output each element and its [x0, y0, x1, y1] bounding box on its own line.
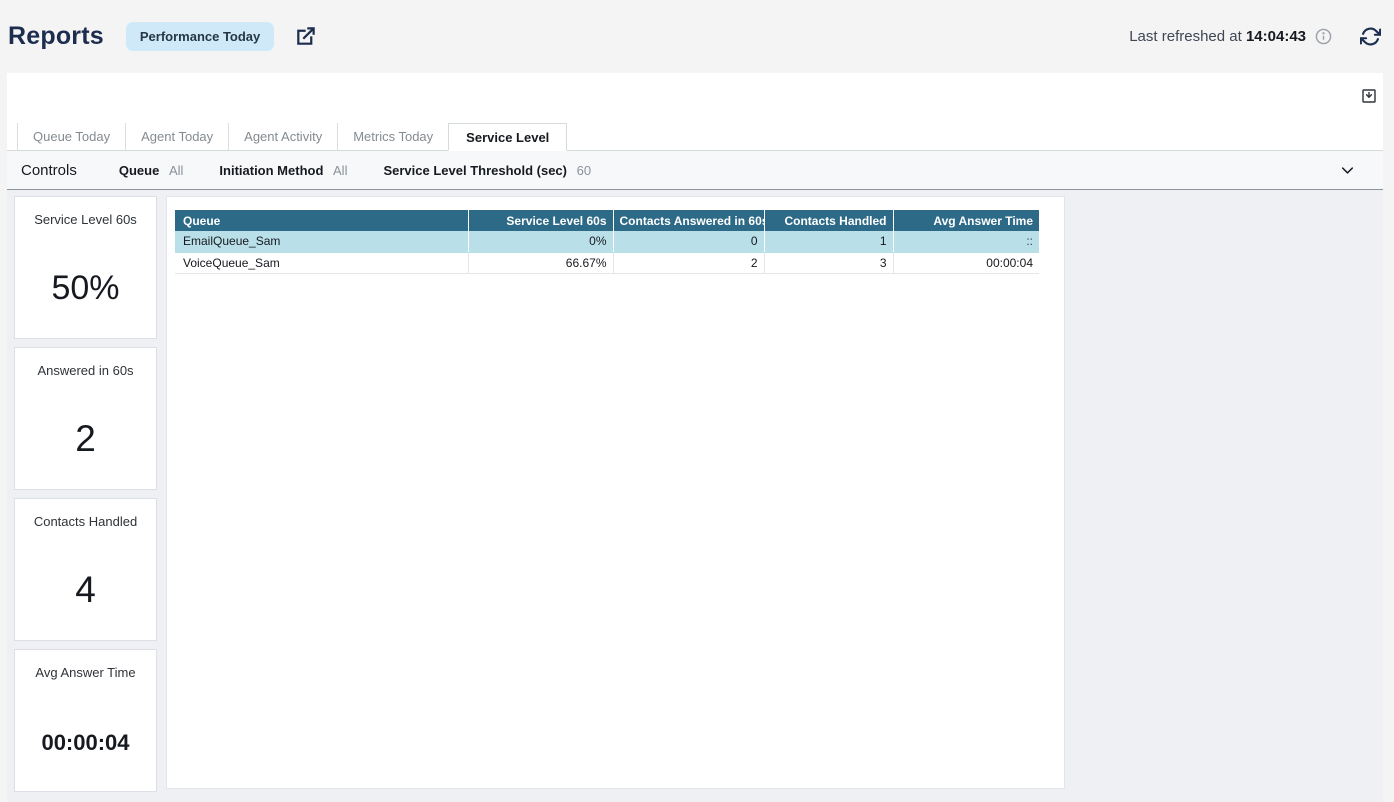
cell-queue: EmailQueue_Sam	[175, 231, 468, 252]
refresh-button[interactable]	[1360, 26, 1381, 47]
service-level-table: Queue Service Level 60s Contacts Answere…	[175, 210, 1039, 274]
cell-avg-answer-time: ::	[893, 231, 1039, 252]
cell-contacts-answered-60s: 0	[613, 231, 764, 252]
kpi-label: Contacts Handled	[34, 514, 137, 529]
cell-contacts-handled: 1	[764, 231, 893, 252]
kpi-service-level: Service Level 60s 50%	[14, 196, 157, 339]
tab-metrics-today[interactable]: Metrics Today	[337, 123, 448, 150]
download-into-tray-icon	[1360, 87, 1378, 105]
column-header-queue[interactable]: Queue	[175, 210, 468, 231]
app-header: Reports Performance Today Last refreshed…	[0, 0, 1394, 73]
kpi-column: Service Level 60s 50% Answered in 60s 2 …	[14, 196, 157, 792]
filter-service-level-threshold-label: Service Level Threshold (sec)	[383, 163, 567, 178]
service-level-table-card: Queue Service Level 60s Contacts Answere…	[166, 196, 1065, 789]
last-refreshed-time: 14:04:43	[1246, 28, 1306, 45]
last-refreshed-prefix: Last refreshed at	[1129, 28, 1246, 45]
dashboard-content: Service Level 60s 50% Answered in 60s 2 …	[7, 190, 1383, 802]
table-header-row: Queue Service Level 60s Contacts Answere…	[175, 210, 1039, 231]
cell-contacts-answered-60s: 2	[613, 252, 764, 273]
kpi-label: Answered in 60s	[37, 363, 133, 378]
controls-bar: Controls Queue All Initiation Method All…	[7, 151, 1383, 190]
page-title: Reports	[8, 22, 104, 51]
cell-contacts-handled: 3	[764, 252, 893, 273]
filter-queue-label: Queue	[119, 163, 159, 178]
table-row[interactable]: EmailQueue_Sam 0% 0 1 ::	[175, 231, 1039, 252]
filter-queue-value: All	[169, 163, 183, 178]
filter-service-level-threshold-value: 60	[577, 163, 591, 178]
kpi-answered-in-60s: Answered in 60s 2	[14, 347, 157, 490]
kpi-value: 50%	[51, 269, 119, 308]
info-circle-icon	[1315, 28, 1332, 45]
column-header-contacts-handled[interactable]: Contacts Handled	[764, 210, 893, 231]
dashboard-panel: Queue Today Agent Today Agent Activity M…	[7, 73, 1383, 802]
cell-service-level-60s: 0%	[468, 231, 613, 252]
filter-initiation-method-label: Initiation Method	[219, 163, 323, 178]
filter-queue[interactable]: Queue All	[119, 163, 184, 178]
refresh-icon	[1360, 26, 1381, 47]
tab-agent-today[interactable]: Agent Today	[125, 123, 228, 150]
header-right-group: Last refreshed at 14:04:43	[1129, 26, 1381, 47]
tab-queue-today[interactable]: Queue Today	[17, 123, 125, 150]
report-tabs: Queue Today Agent Today Agent Activity M…	[7, 123, 1383, 151]
kpi-contacts-handled: Contacts Handled 4	[14, 498, 157, 641]
kpi-value: 00:00:04	[41, 730, 129, 756]
chevron-down-icon	[1338, 161, 1357, 180]
open-in-new-icon	[294, 25, 317, 48]
filter-service-level-threshold[interactable]: Service Level Threshold (sec) 60	[383, 163, 591, 178]
kpi-label: Service Level 60s	[34, 212, 137, 227]
kpi-avg-answer-time: Avg Answer Time 00:00:04	[14, 649, 157, 792]
kpi-label: Avg Answer Time	[35, 665, 135, 680]
controls-title: Controls	[21, 162, 77, 179]
open-in-new-button[interactable]	[294, 25, 317, 48]
tab-service-level[interactable]: Service Level	[448, 123, 567, 151]
filter-initiation-method-value: All	[333, 163, 347, 178]
column-header-contacts-answered-60s[interactable]: Contacts Answered in 60s	[613, 210, 764, 231]
download-button[interactable]	[1360, 87, 1378, 105]
performance-today-badge[interactable]: Performance Today	[126, 22, 274, 51]
column-header-service-level-60s[interactable]: Service Level 60s	[468, 210, 613, 231]
tab-agent-activity[interactable]: Agent Activity	[228, 123, 337, 150]
cell-avg-answer-time: 00:00:04	[893, 252, 1039, 273]
controls-collapse-button[interactable]	[1338, 161, 1357, 180]
info-button[interactable]	[1315, 28, 1332, 45]
last-refreshed-text: Last refreshed at 14:04:43	[1129, 28, 1306, 45]
table-row[interactable]: VoiceQueue_Sam 66.67% 2 3 00:00:04	[175, 252, 1039, 273]
kpi-value: 2	[75, 418, 96, 460]
kpi-value: 4	[75, 569, 96, 611]
filter-initiation-method[interactable]: Initiation Method All	[219, 163, 347, 178]
cell-queue: VoiceQueue_Sam	[175, 252, 468, 273]
column-header-avg-answer-time[interactable]: Avg Answer Time	[893, 210, 1039, 231]
cell-service-level-60s: 66.67%	[468, 252, 613, 273]
panel-toolbar	[7, 73, 1383, 123]
